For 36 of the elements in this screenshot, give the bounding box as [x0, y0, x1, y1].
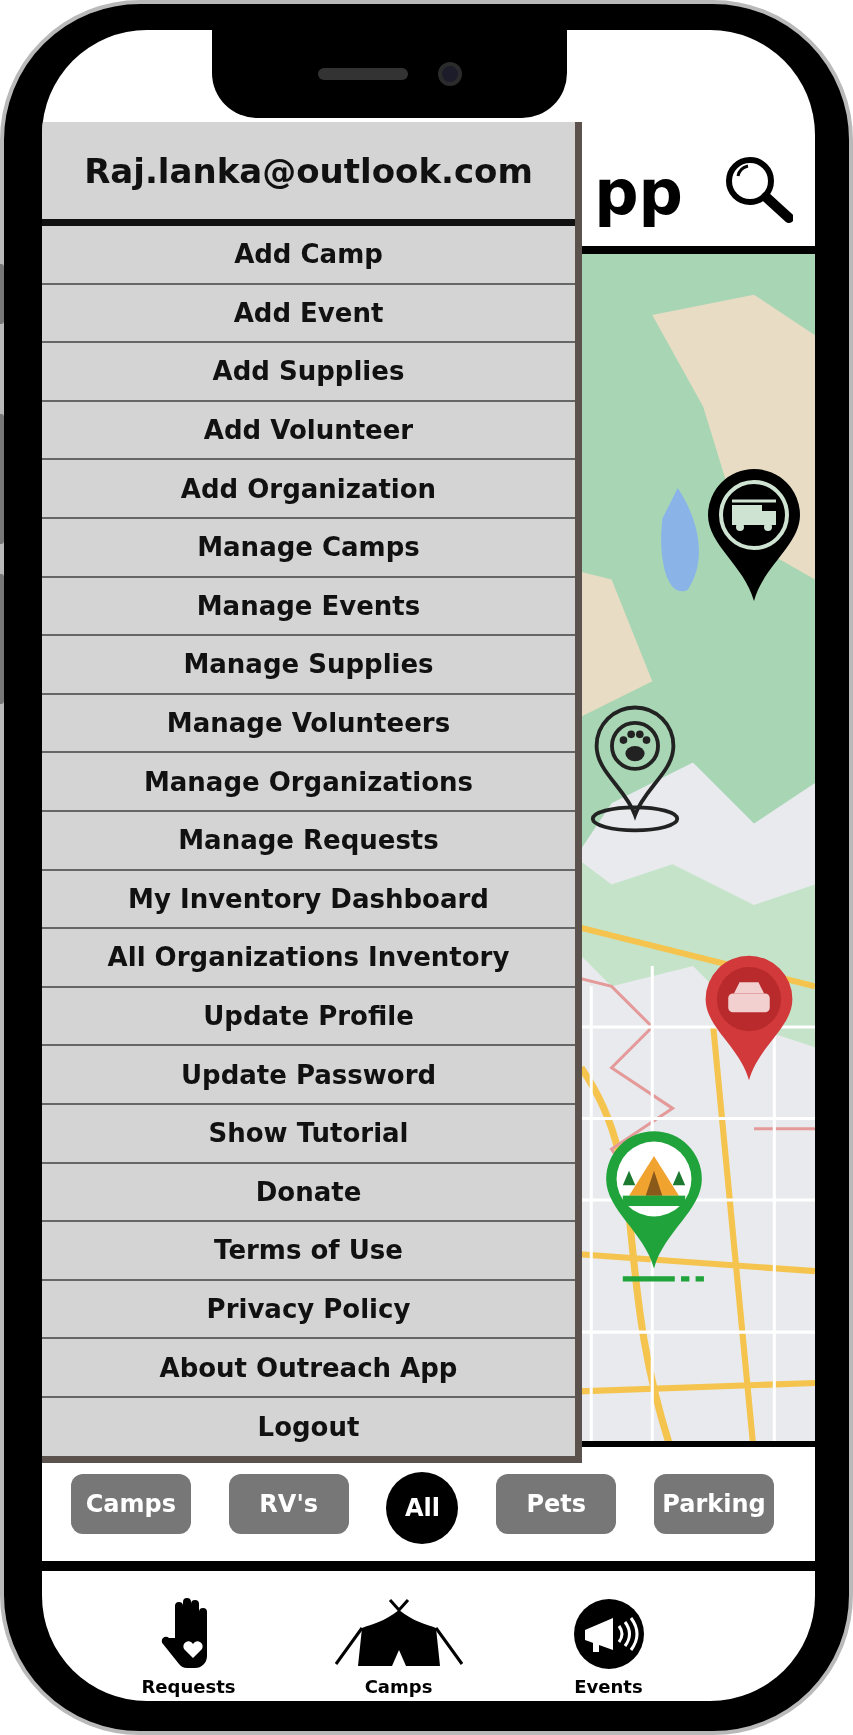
- camera-lens: [437, 62, 462, 86]
- menu-item[interactable]: Manage Camps: [42, 518, 575, 578]
- menu-item[interactable]: Donate: [42, 1163, 575, 1223]
- nav-tab[interactable]: Events: [538, 1587, 679, 1697]
- filter-chip[interactable]: Parking: [654, 1474, 775, 1534]
- menu-item[interactable]: Manage Requests: [42, 811, 575, 871]
- nav-tab[interactable]: Requests: [118, 1587, 259, 1697]
- nav-tab-label: Events: [574, 1676, 643, 1697]
- menu-item[interactable]: Add Camp: [42, 226, 575, 285]
- nav-tab-label: Camps: [364, 1676, 433, 1697]
- filter-chip[interactable]: Camps: [70, 1474, 191, 1534]
- menu-item[interactable]: Add Volunteer: [42, 401, 575, 461]
- search-icon[interactable]: [723, 154, 793, 224]
- menu-item[interactable]: Logout: [42, 1397, 575, 1457]
- menu-item[interactable]: Terms of Use: [42, 1222, 575, 1281]
- menu-item[interactable]: About Outreach App: [42, 1339, 575, 1398]
- menu-item[interactable]: Show Tutorial: [42, 1104, 575, 1164]
- account-email: Raj.lanka@outlook.com: [42, 122, 575, 226]
- menu-item[interactable]: Manage Events: [42, 577, 575, 637]
- filter-chip[interactable]: RV's: [228, 1474, 349, 1534]
- menu-item[interactable]: Add Event: [42, 284, 575, 344]
- nav-tab[interactable]: Camps: [328, 1587, 469, 1697]
- menu-item[interactable]: Add Supplies: [42, 343, 575, 402]
- menu-item[interactable]: Add Organization: [42, 460, 575, 519]
- filter-chip[interactable]: All: [386, 1472, 459, 1544]
- menu-item[interactable]: Manage Volunteers: [42, 694, 575, 754]
- menu-item[interactable]: Manage Organizations: [42, 753, 575, 812]
- nav-tab-label: Requests: [141, 1676, 236, 1697]
- menu-item[interactable]: Update Password: [42, 1046, 575, 1105]
- menu-item[interactable]: Update Profile: [42, 987, 575, 1047]
- filter-chip[interactable]: Pets: [496, 1474, 617, 1534]
- menu-item[interactable]: Manage Supplies: [42, 636, 575, 695]
- menu-item[interactable]: Privacy Policy: [42, 1280, 575, 1340]
- menu-item[interactable]: All Organizations Inventory: [42, 929, 575, 988]
- menu-item[interactable]: My Inventory Dashboard: [42, 870, 575, 930]
- megaphone-icon: [572, 1598, 645, 1670]
